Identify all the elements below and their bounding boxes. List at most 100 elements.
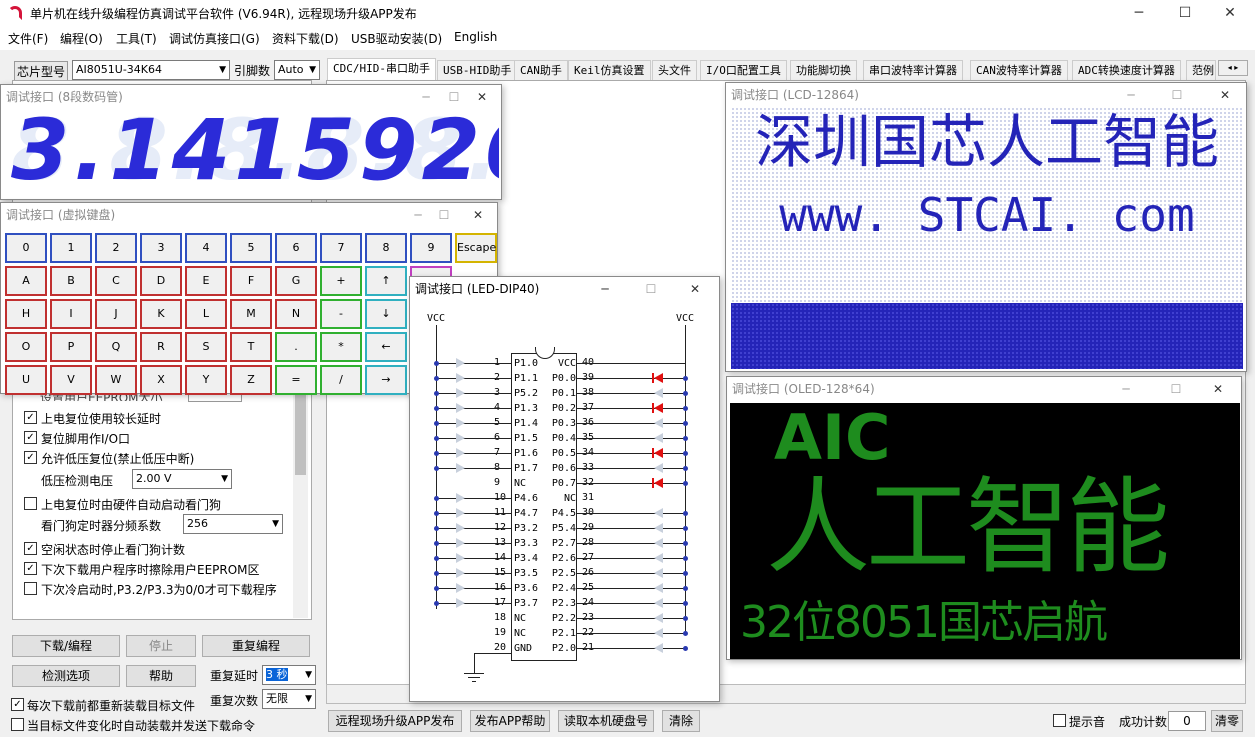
menu-debug-interface[interactable]: 调试仿真接口(G) — [169, 30, 260, 47]
close-icon[interactable]: ✕ — [1210, 83, 1240, 107]
option-checkbox[interactable]: ✓ — [24, 562, 37, 575]
tab-can[interactable]: CAN助手 — [514, 60, 568, 80]
reset-count-button[interactable]: 清零 — [1211, 710, 1243, 732]
read-disk-button[interactable]: 读取本机硬盘号 — [558, 710, 654, 732]
menu-tools[interactable]: 工具(T) — [116, 30, 157, 47]
close-icon[interactable]: ✕ — [1207, 0, 1253, 26]
key-button[interactable]: 2 — [95, 233, 137, 263]
key-button[interactable]: . — [275, 332, 317, 362]
menu-downloads[interactable]: 资料下载(D) — [272, 30, 339, 47]
key-button[interactable]: 0 — [5, 233, 47, 263]
wdt-select[interactable]: 256 ▼ — [183, 514, 283, 534]
repeat-delay-select[interactable]: 3 秒 ▼ — [262, 665, 316, 685]
key-button[interactable]: 1 — [50, 233, 92, 263]
download-button[interactable]: 下载/编程 — [12, 635, 120, 657]
key-button[interactable]: C — [95, 266, 137, 296]
tab-examples[interactable]: 范例 — [1186, 60, 1216, 80]
key-button[interactable]: U — [5, 365, 47, 395]
key-button[interactable]: S — [185, 332, 227, 362]
option-checkbox[interactable]: ✓ — [24, 451, 37, 464]
menu-file[interactable]: 文件(F) — [8, 30, 48, 47]
reload-checkbox[interactable]: ✓ — [11, 698, 24, 711]
auto-send-checkbox[interactable] — [11, 718, 24, 731]
close-icon[interactable]: ✕ — [680, 277, 710, 301]
key-button[interactable]: * — [320, 332, 362, 362]
options-scrollbar[interactable] — [293, 390, 308, 618]
key-button[interactable]: T — [230, 332, 272, 362]
key-button[interactable]: ↓ — [365, 299, 407, 329]
maximize-icon[interactable]: ☐ — [1162, 83, 1192, 107]
key-button[interactable]: J — [95, 299, 137, 329]
lvd-select[interactable]: 2.00 V ▼ — [132, 469, 232, 489]
key-button[interactable]: N — [275, 299, 317, 329]
maximize-icon[interactable]: ☐ — [1162, 0, 1208, 26]
check-options-button[interactable]: 检测选项 — [12, 665, 120, 687]
key-button[interactable]: M — [230, 299, 272, 329]
key-button[interactable]: K — [140, 299, 182, 329]
key-button[interactable]: 7 — [320, 233, 362, 263]
menu-program[interactable]: 编程(O) — [60, 30, 103, 47]
tab-uart-baud[interactable]: 串口波特率计算器 — [863, 60, 963, 80]
tab-adc-speed[interactable]: ADC转换速度计算器 — [1072, 60, 1181, 80]
key-button[interactable]: F — [230, 266, 272, 296]
beep-checkbox[interactable] — [1053, 714, 1066, 727]
option-checkbox[interactable]: ✓ — [24, 431, 37, 444]
option-checkbox[interactable]: ✓ — [24, 542, 37, 555]
key-button[interactable]: 4 — [185, 233, 227, 263]
key-button[interactable]: = — [275, 365, 317, 395]
key-button[interactable]: X — [140, 365, 182, 395]
minimize-icon[interactable]: ─ — [1116, 0, 1162, 26]
key-button[interactable]: B — [50, 266, 92, 296]
menu-english[interactable]: English — [454, 30, 497, 44]
option-checkbox[interactable]: ✓ — [24, 411, 37, 424]
key-button[interactable]: - — [320, 299, 362, 329]
key-button[interactable]: H — [5, 299, 47, 329]
tab-header-file[interactable]: 头文件 — [652, 60, 697, 80]
reprogram-button[interactable]: 重复编程 — [202, 635, 310, 657]
maximize-icon[interactable]: ☐ — [439, 85, 469, 109]
key-button[interactable]: G — [275, 266, 317, 296]
key-button[interactable]: D — [140, 266, 182, 296]
minimize-icon[interactable]: ─ — [1116, 83, 1146, 107]
tab-scroll-arrows[interactable]: ◂ ▸ — [1218, 60, 1248, 76]
stop-button[interactable]: 停止 — [126, 635, 196, 657]
key-button[interactable]: → — [365, 365, 407, 395]
key-button[interactable]: L — [185, 299, 227, 329]
close-icon[interactable]: ✕ — [467, 85, 497, 109]
key-button[interactable]: O — [5, 332, 47, 362]
key-button[interactable]: R — [140, 332, 182, 362]
key-button[interactable]: / — [320, 365, 362, 395]
remote-upgrade-button[interactable]: 远程现场升级APP发布 — [328, 710, 462, 732]
clear-button[interactable]: 清除 — [662, 710, 700, 732]
chip-type-select[interactable]: AI8051U-34K64 ▼ — [72, 60, 230, 80]
help-button[interactable]: 帮助 — [126, 665, 196, 687]
key-button[interactable]: 9 — [410, 233, 452, 263]
key-button[interactable]: 6 — [275, 233, 317, 263]
option-checkbox[interactable] — [24, 497, 37, 510]
tab-pin-switch[interactable]: 功能脚切换 — [790, 60, 857, 80]
tab-can-baud[interactable]: CAN波特率计算器 — [970, 60, 1068, 80]
key-button[interactable]: + — [320, 266, 362, 296]
maximize-icon[interactable]: ☐ — [429, 203, 459, 227]
maximize-icon[interactable]: ☐ — [636, 277, 666, 301]
close-icon[interactable]: ✕ — [463, 203, 493, 227]
key-button[interactable]: Z — [230, 365, 272, 395]
option-checkbox[interactable] — [24, 582, 37, 595]
minimize-icon[interactable]: ─ — [590, 277, 620, 301]
publish-help-button[interactable]: 发布APP帮助 — [470, 710, 550, 732]
key-button[interactable]: Escape — [455, 233, 497, 263]
tab-cdc-hid[interactable]: CDC/HID-串口助手 — [327, 58, 436, 80]
minimize-icon[interactable]: ─ — [411, 85, 441, 109]
key-button[interactable]: V — [50, 365, 92, 395]
key-button[interactable]: ← — [365, 332, 407, 362]
key-button[interactable]: 5 — [230, 233, 272, 263]
key-button[interactable]: W — [95, 365, 137, 395]
close-icon[interactable]: ✕ — [1203, 377, 1233, 401]
tab-keil[interactable]: Keil仿真设置 — [568, 60, 651, 80]
key-button[interactable]: 3 — [140, 233, 182, 263]
scrollbar-thumb[interactable] — [295, 395, 306, 475]
key-button[interactable]: Y — [185, 365, 227, 395]
menu-usb-driver[interactable]: USB驱动安装(D) — [351, 30, 442, 47]
key-button[interactable]: A — [5, 266, 47, 296]
key-button[interactable]: 8 — [365, 233, 407, 263]
